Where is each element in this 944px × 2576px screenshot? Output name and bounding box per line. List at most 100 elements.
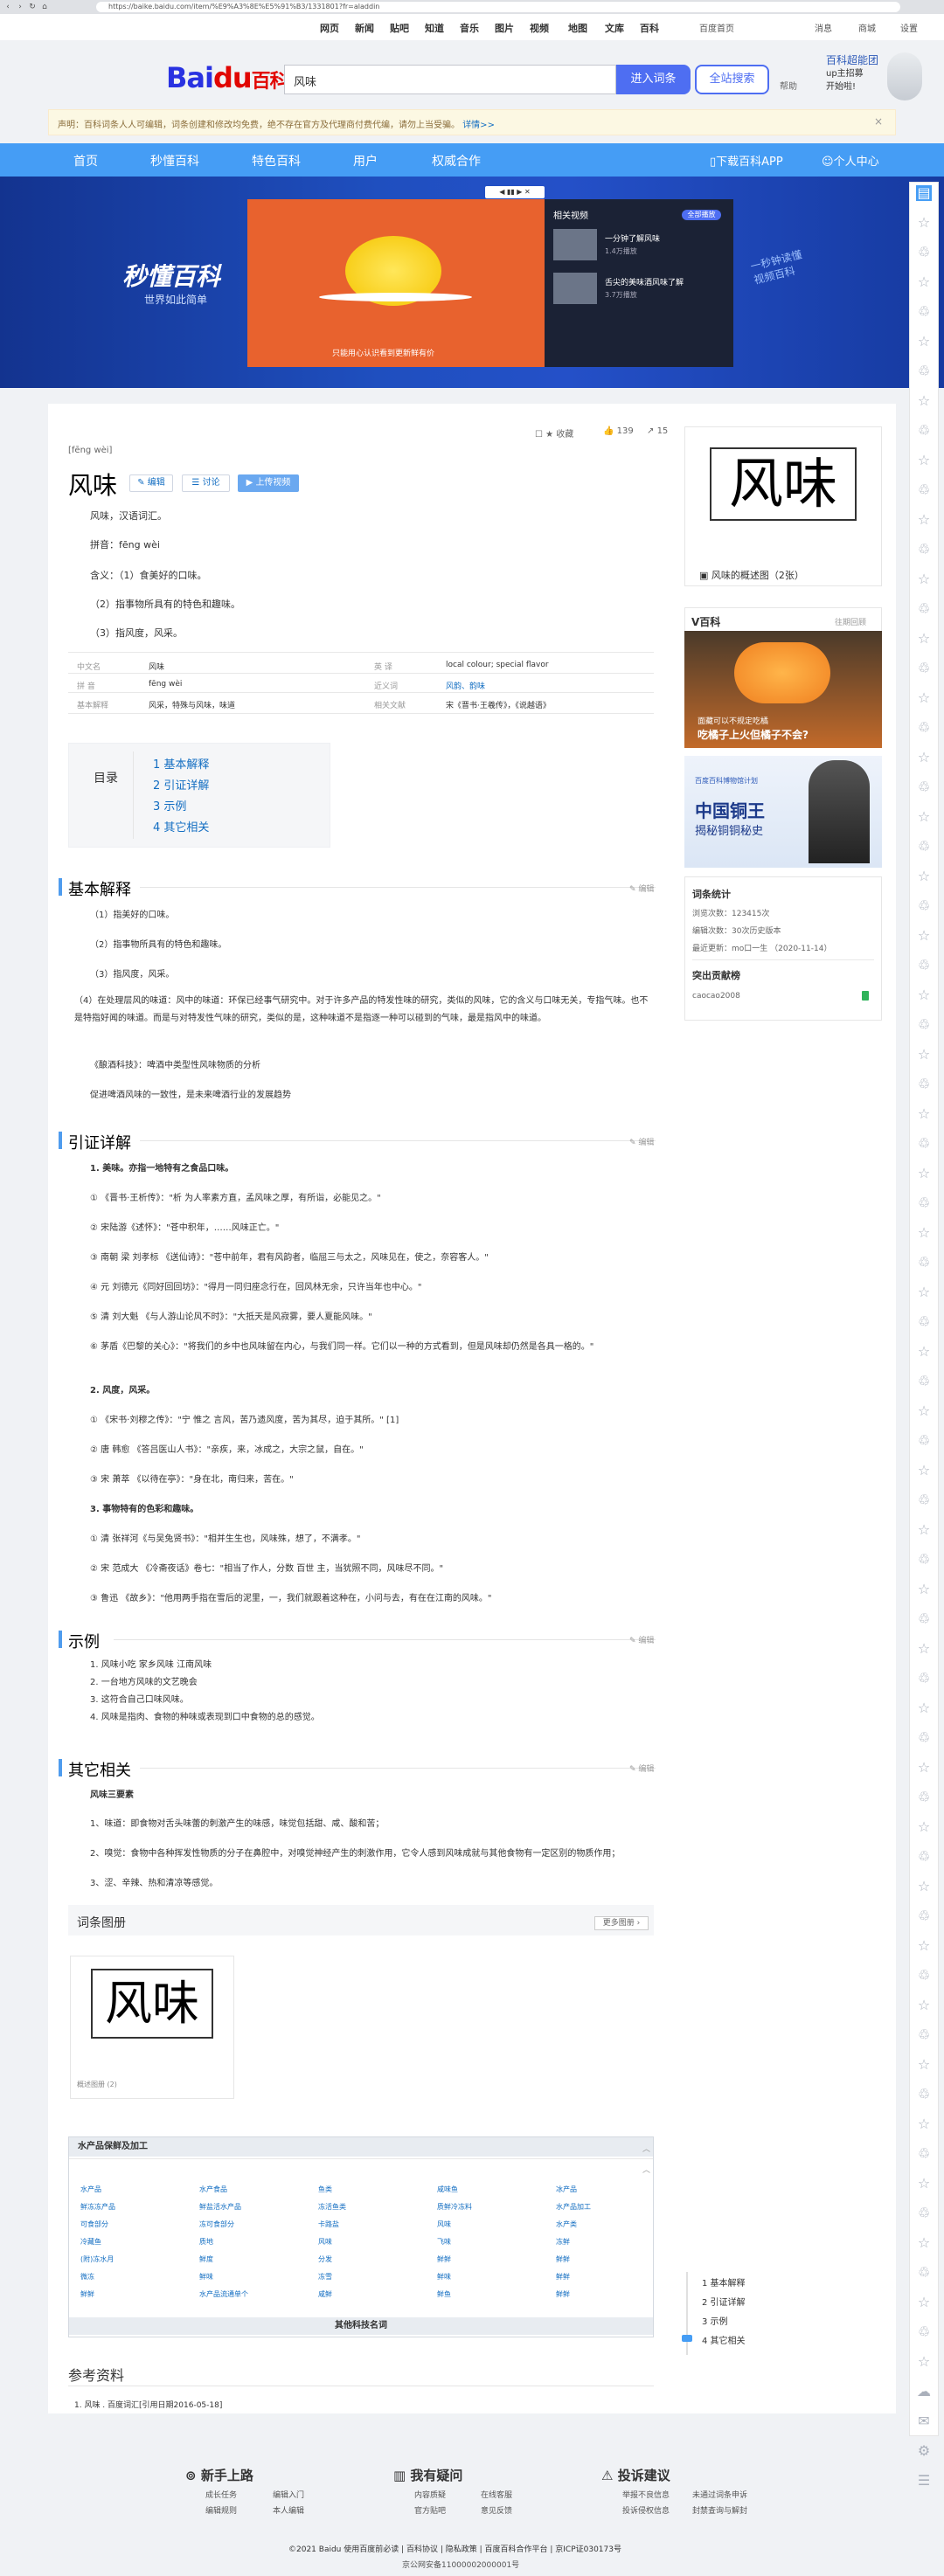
section-edit-link[interactable]: ✎ 编辑 xyxy=(629,1634,654,1645)
recycle-icon[interactable]: ♲ xyxy=(916,2206,932,2221)
module-link[interactable]: 冻活鱼类 xyxy=(318,2202,346,2212)
floating-toc-item[interactable]: 4 其它相关 xyxy=(702,2333,746,2346)
module-link[interactable]: 冻鲜 xyxy=(556,2237,570,2247)
topnav-item[interactable]: 知道 xyxy=(425,21,444,35)
footer-link[interactable]: 官方贴吧 xyxy=(414,2504,446,2516)
module-link[interactable]: 水产品流通单个 xyxy=(199,2289,248,2299)
star-icon[interactable]: ☆ xyxy=(916,512,932,528)
module-link[interactable]: 风味 xyxy=(437,2219,451,2229)
module-link[interactable]: 鲜冻冻产品 xyxy=(80,2202,115,2212)
discuss-button[interactable]: ☰ 讨论 xyxy=(182,474,230,492)
floating-toc-item[interactable]: 3 示例 xyxy=(702,2314,728,2327)
star-icon[interactable]: ☆ xyxy=(916,1106,932,1122)
footer-link[interactable]: 举报不良信息 xyxy=(622,2489,670,2500)
nav-featured[interactable]: 特色百科 xyxy=(252,152,301,170)
star-icon[interactable]: ☆ xyxy=(916,1760,932,1776)
star-icon[interactable]: ☆ xyxy=(916,2354,932,2370)
playlist-item-title[interactable]: 舌尖的美味酒风味了解 xyxy=(605,276,692,287)
module-link[interactable]: 卡路盐 xyxy=(318,2219,339,2229)
topnav-item[interactable]: 文库 xyxy=(605,21,624,35)
star-icon[interactable]: ☆ xyxy=(916,1225,932,1241)
star-icon[interactable]: ☆ xyxy=(916,869,932,884)
footer-link[interactable]: 成长任务 xyxy=(205,2489,237,2500)
star-icon[interactable]: ☆ xyxy=(916,1700,932,1716)
topnav-item[interactable]: 视频 xyxy=(530,21,549,35)
star-icon[interactable]: ☆ xyxy=(916,215,932,231)
v-baike-more-link[interactable]: 往期回顾 xyxy=(835,616,866,627)
footer-link[interactable]: 投诉侵权信息 xyxy=(622,2504,670,2516)
recycle-icon[interactable]: ♲ xyxy=(916,1017,932,1033)
recycle-icon[interactable]: ♲ xyxy=(916,2146,932,2162)
recycle-icon[interactable]: ♲ xyxy=(916,245,932,260)
star-icon[interactable]: ☆ xyxy=(916,453,932,468)
star-icon[interactable]: ☆ xyxy=(916,1819,932,1835)
edit-button[interactable]: ✎ 编辑 xyxy=(129,474,173,492)
star-icon[interactable]: ☆ xyxy=(916,334,932,350)
recycle-icon[interactable]: ♲ xyxy=(916,1790,932,1805)
module-link[interactable]: 冰产品 xyxy=(556,2185,577,2194)
recycle-icon[interactable]: ♲ xyxy=(916,1968,932,1984)
star-icon[interactable]: ☆ xyxy=(916,2235,932,2251)
recycle-icon[interactable]: ♲ xyxy=(916,304,932,320)
promo-link[interactable]: 百科超能团 up主招募 开始啦! xyxy=(826,54,896,93)
module-link[interactable]: 鲜鲜 xyxy=(556,2272,570,2282)
star-icon[interactable]: ☆ xyxy=(916,571,932,587)
star-icon[interactable]: ☆ xyxy=(916,274,932,290)
recycle-icon[interactable]: ♲ xyxy=(916,1077,932,1092)
star-icon[interactable]: ☆ xyxy=(916,393,932,409)
address-bar[interactable]: https://baike.baidu.com/item/%E9%A3%8E%E… xyxy=(96,2,900,12)
recycle-icon[interactable]: ♲ xyxy=(916,1195,932,1211)
module-link[interactable]: 鲜味 xyxy=(437,2272,451,2282)
star-icon[interactable]: ☆ xyxy=(916,1403,932,1419)
star-icon[interactable]: ☆ xyxy=(916,750,932,765)
star-icon[interactable]: ☆ xyxy=(916,2116,932,2132)
recycle-icon[interactable]: ♲ xyxy=(916,2027,932,2043)
footer-link[interactable]: 未通过词条申诉 xyxy=(692,2489,747,2500)
star-icon[interactable]: ☆ xyxy=(916,631,932,647)
recycle-icon[interactable]: ♲ xyxy=(916,839,932,855)
module-link[interactable]: 鲜度 xyxy=(199,2254,213,2264)
topnav-item[interactable]: 图片 xyxy=(495,21,514,35)
recycle-icon[interactable]: ♲ xyxy=(916,1671,932,1686)
module-link[interactable]: 咸味鱼 xyxy=(437,2185,458,2194)
info-value[interactable]: 风韵、韵味 xyxy=(446,680,485,691)
recycle-icon[interactable]: ♲ xyxy=(916,1136,932,1152)
nav-partners[interactable]: 权威合作 xyxy=(432,152,481,170)
recycle-icon[interactable]: ♲ xyxy=(916,2324,932,2340)
module-link[interactable]: 冻雪 xyxy=(318,2272,332,2282)
module-link[interactable]: 可食部分 xyxy=(80,2219,108,2229)
star-icon[interactable]: ☆ xyxy=(916,1344,932,1360)
summary-image-caption[interactable]: ▣ 风味的概述图（2张） xyxy=(699,568,804,582)
collapse-icon[interactable]: ︿ xyxy=(642,2143,650,2154)
baidu-home-link[interactable]: 百度首页 xyxy=(699,21,734,34)
nav-personal-center[interactable]: ☺个人中心 xyxy=(822,152,879,169)
recycle-icon[interactable]: ♲ xyxy=(916,364,932,379)
baike-logo[interactable]: Baidu百科 xyxy=(166,61,289,94)
icp-record[interactable]: 京公网安备11000002000001号 xyxy=(402,2559,519,2570)
recycle-icon[interactable]: ♲ xyxy=(916,1374,932,1389)
recycle-icon[interactable]: ♲ xyxy=(916,1314,932,1330)
recycle-icon[interactable]: ♲ xyxy=(916,2265,932,2281)
nav-miaodong[interactable]: 秒懂百科 xyxy=(150,152,199,170)
footer-link[interactable]: 在线客服 xyxy=(481,2489,512,2500)
recycle-icon[interactable]: ♲ xyxy=(916,423,932,439)
playlist-thumb[interactable] xyxy=(553,273,597,304)
home-icon[interactable]: ⌂ xyxy=(40,3,49,11)
recycle-icon[interactable]: ♲ xyxy=(916,720,932,736)
module-link[interactable]: 水产食品 xyxy=(199,2185,227,2194)
module-link[interactable]: 鲜鲜 xyxy=(556,2289,570,2299)
recycle-icon[interactable]: ♲ xyxy=(916,1492,932,1508)
topnav-item[interactable]: 贴吧 xyxy=(390,21,409,35)
tool-icon[interactable]: ▤ xyxy=(916,185,932,201)
site-search-button[interactable]: 全站搜索 xyxy=(695,65,769,94)
star-icon[interactable]: ☆ xyxy=(916,1047,932,1063)
star-icon[interactable]: ☆ xyxy=(916,2176,932,2192)
tool-icon[interactable]: ☰ xyxy=(916,2473,932,2489)
star-icon[interactable]: ☆ xyxy=(916,690,932,706)
forward-icon[interactable]: › xyxy=(16,3,24,11)
module-link[interactable]: 质地 xyxy=(199,2237,213,2247)
upload-video-button[interactable]: ▶ 上传视频 xyxy=(238,474,299,492)
module-link[interactable]: 咸鲜 xyxy=(318,2289,332,2299)
star-icon[interactable]: ☆ xyxy=(916,1285,932,1300)
collect-button[interactable]: ☐ ★ 收藏 xyxy=(535,426,573,440)
